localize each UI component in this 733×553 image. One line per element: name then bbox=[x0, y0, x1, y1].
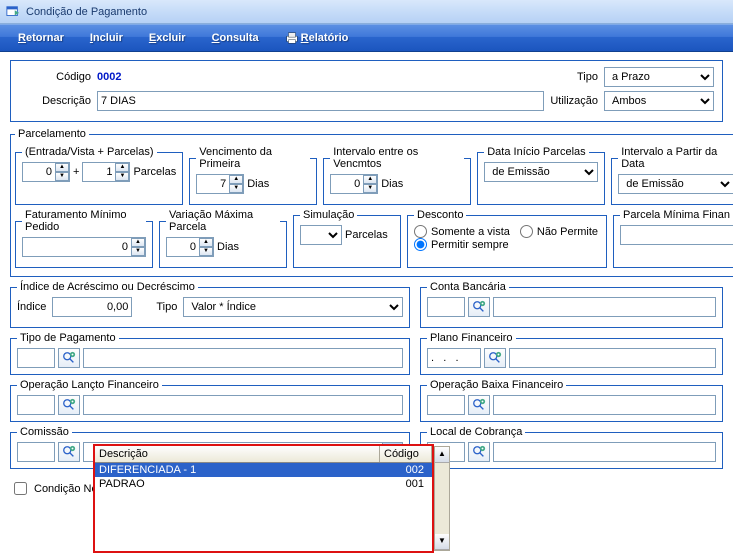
var-max-stepper[interactable]: ▲▼ bbox=[166, 237, 214, 257]
parcelas-stepper[interactable]: ▲▼ bbox=[82, 162, 130, 182]
parcelamento-group: Parcelamento (Entrada/Vista + Parcelas) … bbox=[10, 128, 733, 277]
lookup-icon[interactable] bbox=[58, 348, 80, 368]
tipo-label: Tipo bbox=[577, 71, 598, 83]
lookup-icon[interactable] bbox=[58, 395, 80, 415]
entrada-stepper[interactable]: ▲▼ bbox=[22, 162, 70, 182]
codigo-value: 0002 bbox=[97, 71, 121, 83]
opbaixa-desc-input[interactable] bbox=[493, 395, 716, 415]
utilizacao-select[interactable]: Ambos bbox=[604, 91, 714, 111]
toolbar-consulta[interactable]: Consulta bbox=[212, 32, 259, 44]
comissao-code-input[interactable] bbox=[17, 442, 55, 462]
lookup-icon[interactable] bbox=[484, 348, 506, 368]
lookup-icon[interactable] bbox=[468, 395, 490, 415]
printer-icon bbox=[285, 31, 299, 45]
indice-input[interactable] bbox=[52, 297, 132, 317]
toolbar-relatorio[interactable]: Relatório bbox=[285, 31, 349, 45]
titlebar: Condição de Pagamento bbox=[0, 0, 733, 24]
venc-stepper[interactable]: ▲▼ bbox=[196, 174, 244, 194]
oplancto-desc-input[interactable] bbox=[83, 395, 403, 415]
toolbar-incluir[interactable]: Incluir bbox=[90, 32, 123, 44]
col-descricao[interactable]: Descrição bbox=[95, 446, 380, 462]
lookup-icon[interactable] bbox=[468, 442, 490, 462]
fat-min-stepper[interactable]: ▲▼ bbox=[22, 237, 146, 257]
intervalo-partir-select[interactable]: de Emissão bbox=[618, 174, 733, 194]
tipo-select[interactable]: a Prazo bbox=[604, 67, 714, 87]
descricao-label: Descrição bbox=[19, 95, 91, 107]
indice-tipo-select[interactable]: Valor * Índice bbox=[183, 297, 403, 317]
lookup-icon[interactable] bbox=[58, 442, 80, 462]
dropdown-item[interactable]: PADRAO001 bbox=[95, 477, 432, 491]
desconto-nao-radio[interactable]: Não Permite bbox=[520, 225, 598, 238]
window-icon bbox=[6, 5, 20, 19]
intervalo-stepper[interactable]: ▲▼ bbox=[330, 174, 378, 194]
desconto-somente-radio[interactable]: Somente a vista bbox=[414, 225, 510, 238]
descricao-input[interactable] bbox=[97, 91, 544, 111]
dropdown-item[interactable]: DIFERENCIADA - 1002 bbox=[95, 463, 432, 477]
toolbar: Retornardocument.currentScript.previousE… bbox=[0, 24, 733, 52]
dropdown-header: Descrição Código bbox=[95, 446, 432, 463]
parcelamento-legend: Parcelamento bbox=[15, 128, 89, 140]
plano-desc-input[interactable] bbox=[509, 348, 716, 368]
oplancto-code-input[interactable] bbox=[17, 395, 55, 415]
toolbar-excluir[interactable]: Excluir bbox=[149, 32, 186, 44]
codigo-label: Código bbox=[19, 71, 91, 83]
data-inicio-select[interactable]: de Emissão bbox=[484, 162, 598, 182]
tipopag-code-input[interactable] bbox=[17, 348, 55, 368]
spin-up[interactable]: ▲ bbox=[55, 163, 69, 172]
opbaixa-code-input[interactable] bbox=[427, 395, 465, 415]
parcela-min-input[interactable] bbox=[620, 225, 733, 245]
local-desc-input[interactable] bbox=[493, 442, 716, 462]
col-codigo[interactable]: Código bbox=[380, 446, 432, 462]
scroll-down-icon[interactable]: ▼ bbox=[435, 534, 449, 550]
comissao-dropdown-list: Descrição Código DIFERENCIADA - 1002PADR… bbox=[93, 444, 434, 553]
spin-down[interactable]: ▼ bbox=[55, 172, 69, 181]
lookup-icon[interactable] bbox=[468, 297, 490, 317]
scrollbar[interactable]: ▲ ▼ bbox=[434, 446, 450, 551]
window-title: Condição de Pagamento bbox=[26, 6, 147, 18]
scroll-up-icon[interactable]: ▲ bbox=[435, 447, 449, 463]
conta-desc-input[interactable] bbox=[493, 297, 716, 317]
desconto-permitir-radio[interactable]: Permitir sempre bbox=[414, 238, 600, 251]
tipopag-desc-input[interactable] bbox=[83, 348, 403, 368]
plano-code-input[interactable] bbox=[427, 348, 481, 368]
conta-code-input[interactable] bbox=[427, 297, 465, 317]
simulacao-select[interactable] bbox=[300, 225, 342, 245]
toolbar-retornar[interactable]: Retornardocument.currentScript.previousE… bbox=[18, 32, 64, 44]
utilizacao-label: Utilização bbox=[550, 95, 598, 107]
